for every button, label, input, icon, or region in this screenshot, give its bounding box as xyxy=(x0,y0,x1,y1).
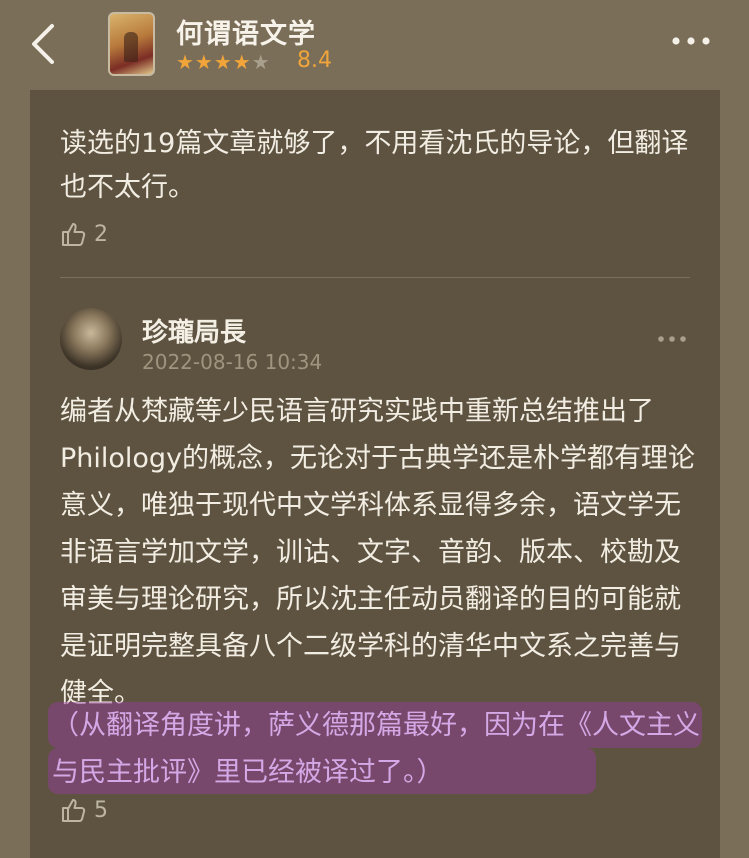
rating-score: 8.4 xyxy=(297,48,332,73)
rating-stars-filled: ★★★★ xyxy=(176,50,252,74)
like-button[interactable]: 2 xyxy=(60,220,108,248)
book-cover-thumbnail[interactable] xyxy=(108,12,155,76)
timestamp: 2022-08-16 10:34 xyxy=(142,350,323,374)
thumbs-up-icon xyxy=(62,799,86,822)
rating-stars-empty: ★ xyxy=(251,50,271,74)
more-options-button[interactable] xyxy=(668,26,714,56)
comment-more-button[interactable] xyxy=(656,326,688,351)
like-button[interactable]: 5 xyxy=(60,796,108,824)
back-button[interactable] xyxy=(22,18,66,70)
previous-review-text: 读选的19篇文章就够了，不用看沈氏的导论，但翻译也不太行。 xyxy=(60,128,689,203)
more-horizontal-icon xyxy=(658,336,686,342)
thumbs-up-icon xyxy=(62,223,86,246)
book-title[interactable]: 何谓语文学 xyxy=(176,12,316,51)
review-list: 读选的19篇文章就够了，不用看沈氏的导论，但翻译也不太行。 2 珍瓏局長 202… xyxy=(30,90,720,858)
review-body: 编者从梵藏等少民语言研究实践中重新总结推出了Philology的概念，无论对于古… xyxy=(60,396,696,709)
avatar[interactable] xyxy=(60,308,122,370)
like-count: 5 xyxy=(94,797,108,823)
like-count: 2 xyxy=(94,221,108,247)
rating-stars: ★★★★★ xyxy=(176,51,271,73)
highlighted-text: （从翻译角度讲，萨义德那篇最好，因为在《人文主义与民主批评》里已经被译过了。） xyxy=(52,710,700,788)
top-bar: 何谓语文学 ★★★★★ 8.4 xyxy=(0,0,749,90)
chevron-left-icon xyxy=(32,24,54,64)
more-horizontal-icon xyxy=(672,37,710,45)
username[interactable]: 珍瓏局長 xyxy=(142,312,246,349)
divider xyxy=(60,277,690,278)
